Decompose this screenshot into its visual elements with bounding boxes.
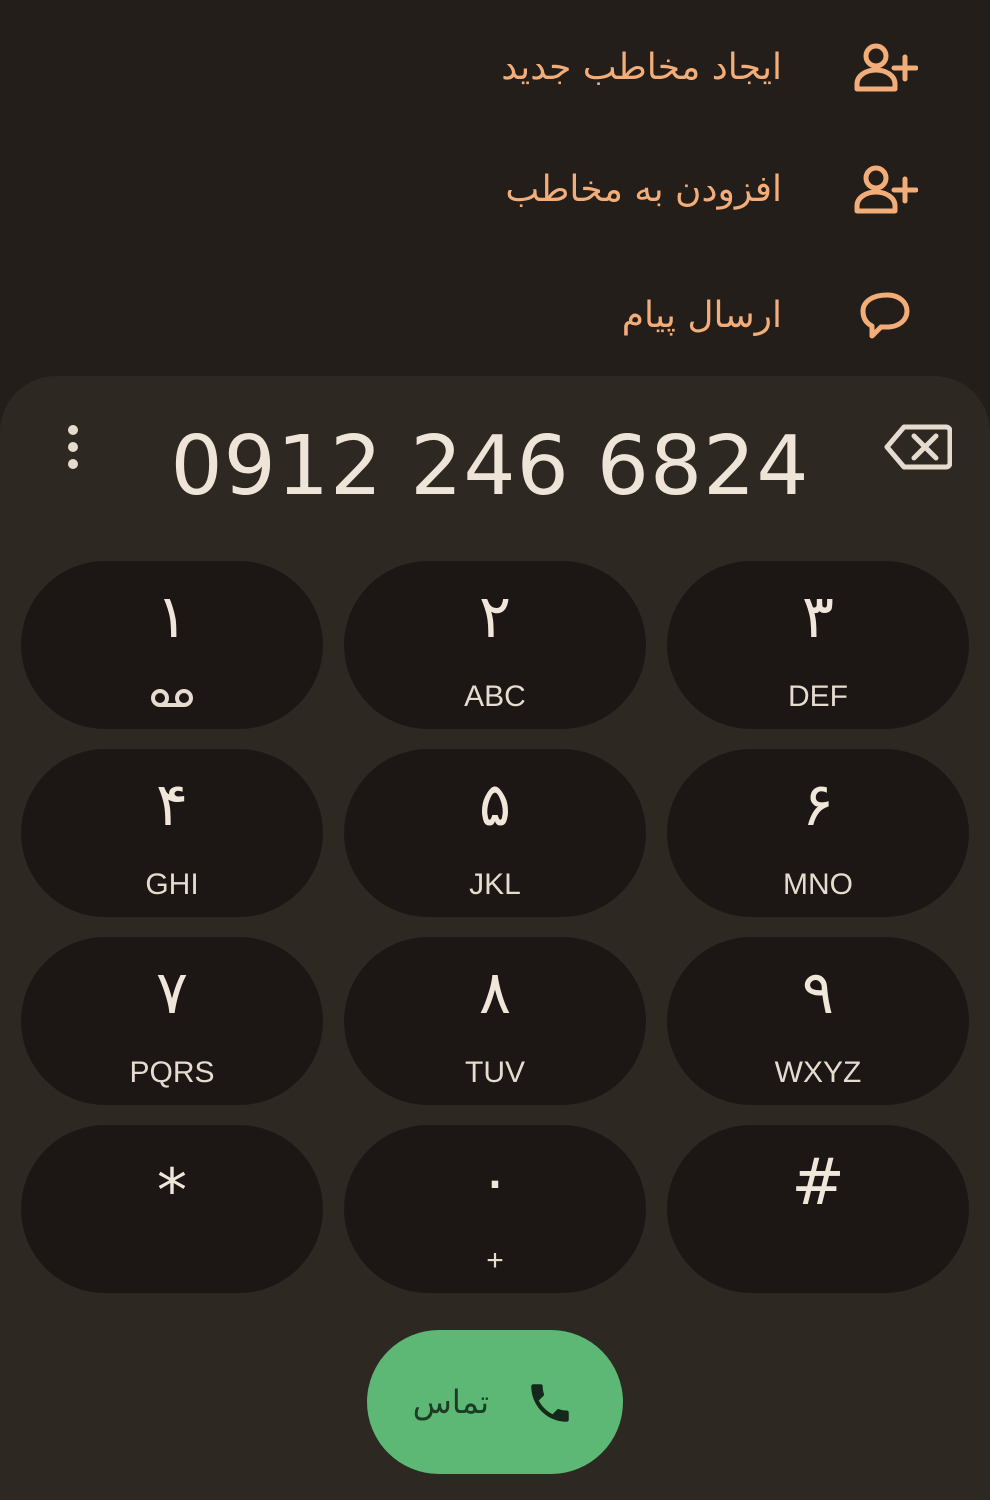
key-7[interactable]: ۷ PQRS xyxy=(21,937,323,1105)
backspace-icon[interactable] xyxy=(884,422,952,472)
key-letters: PQRS xyxy=(129,1056,215,1089)
key-digit: ۶ xyxy=(801,770,835,840)
key-4[interactable]: ۴ GHI xyxy=(21,749,323,917)
message-icon xyxy=(860,292,910,339)
key-digit: * xyxy=(157,1156,187,1226)
person-add-icon xyxy=(854,165,918,214)
voicemail-icon xyxy=(151,689,193,707)
key-letters: GHI xyxy=(145,868,199,901)
key-digit: ۹ xyxy=(801,958,835,1028)
key-3[interactable]: ۳ DEF xyxy=(667,561,969,729)
send-message-label: ارسال پیام xyxy=(621,294,782,336)
key-digit: ۷ xyxy=(155,958,189,1028)
add-to-contact-label: افزودن به مخاطب xyxy=(505,168,782,210)
key-letters: MNO xyxy=(783,868,853,901)
key-5[interactable]: ۵ JKL xyxy=(344,749,646,917)
key-letters: ABC xyxy=(464,680,526,713)
send-message-row[interactable]: ارسال پیام xyxy=(0,260,990,370)
key-letters: TUV xyxy=(465,1056,525,1089)
key-digit: ۵ xyxy=(478,770,512,840)
key-digit: ۴ xyxy=(155,770,189,840)
key-0[interactable]: ۰ + xyxy=(344,1125,646,1293)
key-digit: ۱ xyxy=(155,582,189,652)
key-1[interactable]: ۱ xyxy=(21,561,323,729)
key-star[interactable]: * xyxy=(21,1125,323,1293)
key-digit: # xyxy=(791,1146,845,1220)
key-digit: ۳ xyxy=(801,582,835,652)
key-letters: + xyxy=(486,1244,504,1277)
phone-icon xyxy=(531,1384,569,1422)
add-to-contact-row[interactable]: افزودن به مخاطب xyxy=(0,134,990,244)
key-9[interactable]: ۹ WXYZ xyxy=(667,937,969,1105)
create-new-contact-row[interactable]: ایجاد مخاطب جدید xyxy=(0,12,990,122)
call-button[interactable]: تماس xyxy=(367,1330,623,1474)
key-2[interactable]: ۲ ABC xyxy=(344,561,646,729)
call-label: تماس xyxy=(412,1383,489,1421)
key-letters: DEF xyxy=(788,680,848,713)
key-digit: ۸ xyxy=(478,958,512,1028)
person-add-icon xyxy=(854,43,918,92)
key-letters: JKL xyxy=(469,868,521,901)
key-8[interactable]: ۸ TUV xyxy=(344,937,646,1105)
more-vert-icon[interactable] xyxy=(56,422,90,472)
key-digit: ۲ xyxy=(478,582,512,652)
create-new-contact-label: ایجاد مخاطب جدید xyxy=(501,46,782,88)
key-hash[interactable]: # xyxy=(667,1125,969,1293)
key-digit: ۰ xyxy=(478,1146,512,1216)
key-letters: WXYZ xyxy=(774,1056,862,1089)
dialed-number[interactable]: 0912 246 6824 xyxy=(140,406,840,526)
key-6[interactable]: ۶ MNO xyxy=(667,749,969,917)
